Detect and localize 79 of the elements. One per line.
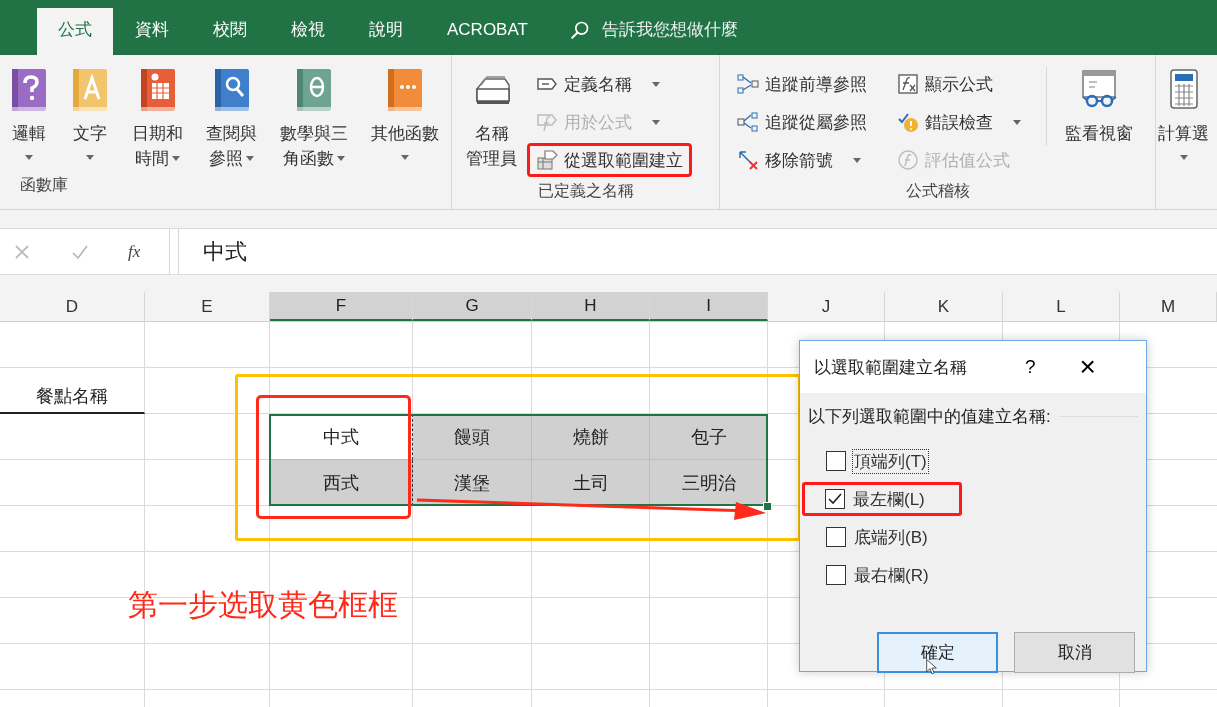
- trace-arrows-icon: [737, 73, 759, 95]
- column-header[interactable]: D: [0, 292, 145, 321]
- checkbox-label[interactable]: 最左欄(L): [851, 486, 927, 512]
- group-label: 函數庫: [20, 176, 68, 193]
- column-header[interactable]: G: [413, 292, 532, 321]
- checkbox[interactable]: [826, 565, 846, 585]
- ribbon-button[interactable]: 追蹤從屬參照: [728, 105, 876, 139]
- table-cell: 中式: [270, 414, 413, 460]
- formula-sheet-icon: [897, 73, 919, 95]
- fx-circle-icon: [897, 149, 919, 171]
- magnifier-book-icon: [212, 67, 251, 113]
- checkbox[interactable]: [825, 489, 845, 509]
- checkbox-label[interactable]: 頂端列(T): [852, 448, 929, 474]
- mouse-pointer-icon: [926, 659, 937, 675]
- table-cell: 西式: [270, 460, 413, 506]
- ribbon-button[interactable]: 計算選: [1156, 67, 1209, 160]
- dialog-title: 以選取範圍建立名稱: [814, 356, 968, 379]
- annotation-text: 第一步选取黄色框框: [128, 587, 398, 623]
- question-book-icon: [10, 67, 48, 113]
- ribbon-button[interactable]: 追蹤前導參照: [728, 67, 876, 101]
- calendar-book-icon: [138, 67, 177, 113]
- tell-me-prompt[interactable]: 告訴我您想做什麼: [601, 18, 738, 41]
- column-header[interactable]: J: [768, 292, 885, 321]
- ok-button[interactable]: 確定: [877, 632, 998, 673]
- search-icon: [569, 19, 590, 40]
- ribbon-button[interactable]: 監看視窗: [1046, 67, 1139, 146]
- column-header[interactable]: I: [650, 292, 768, 321]
- checkbox[interactable]: [826, 451, 846, 471]
- column-header[interactable]: L: [1003, 292, 1120, 321]
- help-button[interactable]: ?: [1019, 356, 1042, 378]
- dialog-prompt: 以下列選取範圍中的值建立名稱:: [808, 405, 1051, 428]
- ribbon-button[interactable]: 其他函數: [365, 67, 445, 160]
- ribbon-button[interactable]: 名稱 管理員: [460, 67, 523, 171]
- cancel-button[interactable]: 取消: [1014, 632, 1135, 673]
- ribbon-tab[interactable]: 檢視: [269, 8, 347, 55]
- checkbox[interactable]: [826, 527, 846, 547]
- ribbon-tab[interactable]: 校閱: [191, 8, 269, 55]
- checkbox-label[interactable]: 最右欄(R): [852, 562, 931, 588]
- column-header[interactable]: M: [1120, 292, 1217, 321]
- table-cell: 包子: [650, 414, 768, 460]
- checkbox-label[interactable]: 底端列(B): [852, 524, 930, 550]
- ribbon-button[interactable]: 定義名稱: [527, 67, 692, 101]
- ribbon-button[interactable]: 顯示公式: [888, 67, 1030, 101]
- check-icon: [828, 492, 842, 506]
- ribbon-button[interactable]: 從選取範圍建立: [527, 143, 692, 177]
- fx-tag-icon: [536, 111, 558, 133]
- table-tag-icon: [536, 149, 558, 171]
- ribbon-button[interactable]: 移除箭號: [728, 143, 876, 177]
- table-cell: 漢堡: [413, 460, 532, 506]
- table-cell: 土司: [532, 460, 650, 506]
- letter-book-icon: [71, 67, 109, 113]
- table-cell: 三明治: [650, 460, 768, 506]
- table-cell: 饅頭: [413, 414, 532, 460]
- table-cell: 餐點名稱: [0, 368, 145, 414]
- insert-function-button[interactable]: fx: [128, 241, 141, 262]
- group-label: 公式稽核: [905, 182, 970, 199]
- ribbon-button[interactable]: 文字: [65, 67, 115, 160]
- ribbon-tab[interactable]: ACROBAT: [425, 8, 550, 55]
- ribbon-button[interactable]: 日期和 時間: [126, 67, 189, 171]
- remove-arrows-icon: [737, 149, 759, 171]
- table-cell: 燒餅: [532, 414, 650, 460]
- trace-arrows-icon: [737, 111, 759, 133]
- close-button[interactable]: ×: [1075, 353, 1100, 381]
- column-header[interactable]: H: [532, 292, 650, 321]
- warning-check-icon: [897, 111, 919, 133]
- ribbon-tab[interactable]: 說明: [347, 8, 425, 55]
- ribbon-button[interactable]: 邏輯: [4, 67, 54, 160]
- group-label: 已定義之名稱: [537, 182, 634, 199]
- fill-handle[interactable]: [763, 502, 772, 511]
- ribbon-tab[interactable]: 資料: [113, 8, 191, 55]
- ribbon-button[interactable]: 數學與三 角函數: [274, 67, 354, 171]
- column-header[interactable]: F: [270, 292, 413, 321]
- theta-book-icon: [295, 67, 333, 113]
- column-header[interactable]: K: [885, 292, 1003, 321]
- ribbon-tab[interactable]: 公式: [37, 8, 113, 55]
- formula-value[interactable]: 中式: [203, 236, 247, 267]
- dots-book-icon: [386, 67, 424, 113]
- ribbon-button[interactable]: 查閱與 參照: [200, 67, 263, 171]
- ribbon-button[interactable]: 錯誤檢查: [888, 105, 1030, 139]
